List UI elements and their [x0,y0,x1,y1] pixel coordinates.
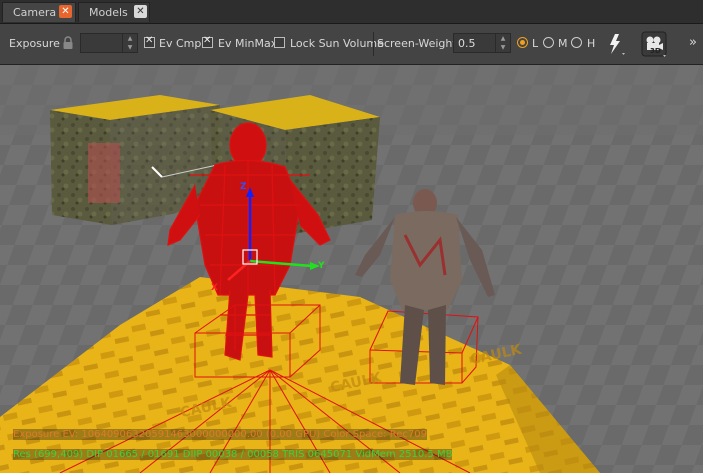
3d-viewport[interactable]: Z Y X CAULK CAULK CAULK Exposure EV: 106… [0,65,703,473]
screen-weight-label: Screen-Weight [377,37,457,50]
tab-bar: Camera ✕ Models ✕ [0,0,703,24]
lod-radio-h[interactable] [571,37,582,48]
tab-models[interactable]: Models ✕ [78,2,150,22]
toolbar-divider [373,32,374,56]
lightning-icon[interactable] [606,32,628,58]
lod-radio-m[interactable] [543,37,554,48]
lod-radio-l[interactable] [517,37,528,48]
close-icon[interactable]: ✕ [59,5,72,18]
camera-3d-icon[interactable]: 3D [641,31,669,59]
lod-label-l: L [532,37,539,50]
viewport-scene [0,65,703,473]
exposure-spinbox[interactable]: ▲ ▼ [80,33,138,53]
lock-icon[interactable] [62,36,74,50]
lock-sun-volume-label: Lock Sun Volume [290,37,384,50]
gizmo-z-label: Z [240,182,247,192]
gizmo-x-label: X [211,283,218,293]
lod-label-h: H [587,37,596,50]
ev-minmax-checkbox[interactable] [202,35,213,48]
tab-camera[interactable]: Camera ✕ [2,2,76,22]
exposure-hud-line: Exposure EV: 10640906320591463000000000.… [0,429,703,443]
ev-minmax-label: Ev MinMax [218,37,278,50]
render-stats-text: Res (699,409) DIP 01665 / 01691 DIIP 000… [13,449,453,460]
lock-sun-volume-checkbox[interactable] [274,37,285,48]
gizmo-y-label: Y [318,261,325,271]
camera-toolbar: Exposure ▲▼ Ev Cmp Ev MinMax Lock Sun Vo… [0,24,703,65]
tab-camera-label: Camera [13,6,57,19]
screen-weight-spinbox[interactable]: 0.5 ▲ ▼ [453,33,511,53]
exposure-label: Exposure [9,37,60,50]
ev-cmp-checkbox[interactable] [144,35,155,48]
toolbar-overflow-button[interactable]: » [689,35,697,50]
exposure-hud-text: Exposure EV: 10640906320591463000000000.… [13,429,427,440]
exposure-stepper[interactable]: ▲ ▼ [122,34,137,52]
screen-weight-value: 0.5 [458,37,476,50]
render-stats-line: Res (699,409) DIP 01665 / 01691 DIIP 000… [0,449,703,463]
close-icon[interactable]: ✕ [134,5,147,18]
tab-models-label: Models [89,6,128,19]
screen-weight-stepper[interactable]: ▲ ▼ [495,34,510,52]
camera-3d-badge: 3D [650,47,661,55]
lod-label-m: M [558,37,568,50]
ev-cmp-label: Ev Cmp [159,37,202,50]
